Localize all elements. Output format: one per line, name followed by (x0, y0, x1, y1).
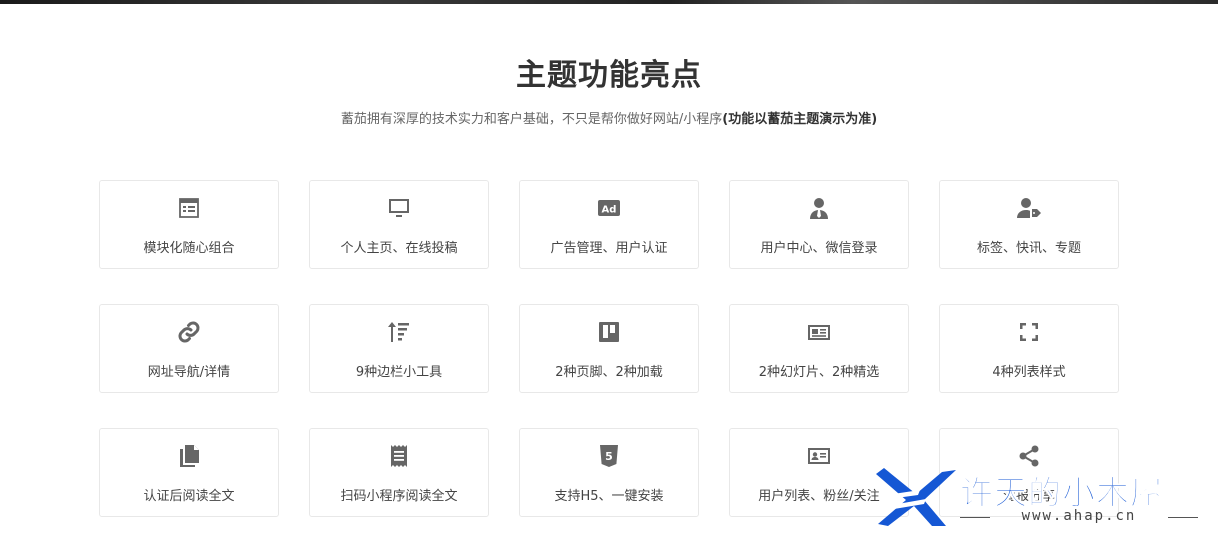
section-title: 主题功能亮点 (516, 58, 702, 93)
feature-label: 个人主页、在线投稿 (340, 241, 458, 256)
feature-label: 网址导航/详情 (147, 365, 231, 380)
trello-board-icon (520, 319, 698, 345)
sort-amount-up-icon (310, 319, 488, 345)
ad-icon: Ad (520, 195, 698, 221)
section-subtitle: 蓄茄拥有深厚的技术实力和客户基础，不只是帮你做好网站/小程序(功能以蓄茄主题演示… (0, 108, 1218, 127)
feature-label: 2种页脚、2种加载 (555, 365, 663, 380)
feature-card-miniapp-read[interactable]: 扫码小程序阅读全文 (309, 428, 489, 517)
link-icon (100, 319, 278, 345)
watermark-name: 许天的小木屋 (960, 473, 1164, 513)
subtitle-text: 蓄茄拥有深厚的技术实力和客户基础，不只是帮你做好网站/小程序 (340, 112, 723, 127)
html5-icon: 5 (520, 443, 698, 469)
monitor-icon (310, 195, 488, 221)
feature-label: 2种幻灯片、2种精选 (758, 365, 880, 380)
svg-text:Ad: Ad (602, 205, 617, 216)
feature-card-ads[interactable]: Ad 广告管理、用户认证 (519, 180, 699, 269)
receipt-icon (310, 443, 488, 469)
user-tie-icon (730, 195, 908, 221)
watermark-logo-icon (876, 468, 956, 526)
subtitle-note: (功能以蓄茄主题演示为准) (722, 112, 878, 127)
feature-card-h5[interactable]: 5 支持H5、一键安装 (519, 428, 699, 517)
newspaper-list-icon (100, 195, 278, 221)
feature-card-modules[interactable]: 模块化随心组合 (99, 180, 279, 269)
feature-label: 用户中心、微信登录 (760, 241, 878, 256)
feature-card-list-styles[interactable]: 4种列表样式 (939, 304, 1119, 393)
feature-card-homepage[interactable]: 个人主页、在线投稿 (309, 180, 489, 269)
expand-icon (940, 319, 1118, 345)
feature-card-slides[interactable]: 2种幻灯片、2种精选 (729, 304, 909, 393)
feature-card-verified-read[interactable]: 认证后阅读全文 (99, 428, 279, 517)
top-banner-strip (0, 0, 1218, 4)
feature-card-user-center[interactable]: 用户中心、微信登录 (729, 180, 909, 269)
watermark-url: www.ahap.cn (960, 508, 1198, 524)
feature-label: 支持H5、一键安装 (554, 489, 664, 504)
user-tag-icon (940, 195, 1118, 221)
feature-label: 认证后阅读全文 (143, 489, 235, 504)
feature-card-tags[interactable]: 标签、快讯、专题 (939, 180, 1119, 269)
feature-card-footer[interactable]: 2种页脚、2种加载 (519, 304, 699, 393)
feature-label: 模块化随心组合 (143, 241, 235, 256)
feature-label: 标签、快讯、专题 (976, 241, 1081, 256)
feature-label: 4种列表样式 (992, 365, 1066, 380)
svg-text:5: 5 (605, 450, 613, 463)
feature-card-widgets[interactable]: 9种边栏小工具 (309, 304, 489, 393)
copy-file-icon (100, 443, 278, 469)
feature-label: 9种边栏小工具 (355, 365, 443, 380)
feature-label: 扫码小程序阅读全文 (340, 489, 458, 504)
watermark: 许天的小木屋 www.ahap.cn (876, 464, 1206, 530)
feature-card-nav[interactable]: 网址导航/详情 (99, 304, 279, 393)
newspaper-icon (730, 319, 908, 345)
feature-label: 广告管理、用户认证 (550, 241, 668, 256)
